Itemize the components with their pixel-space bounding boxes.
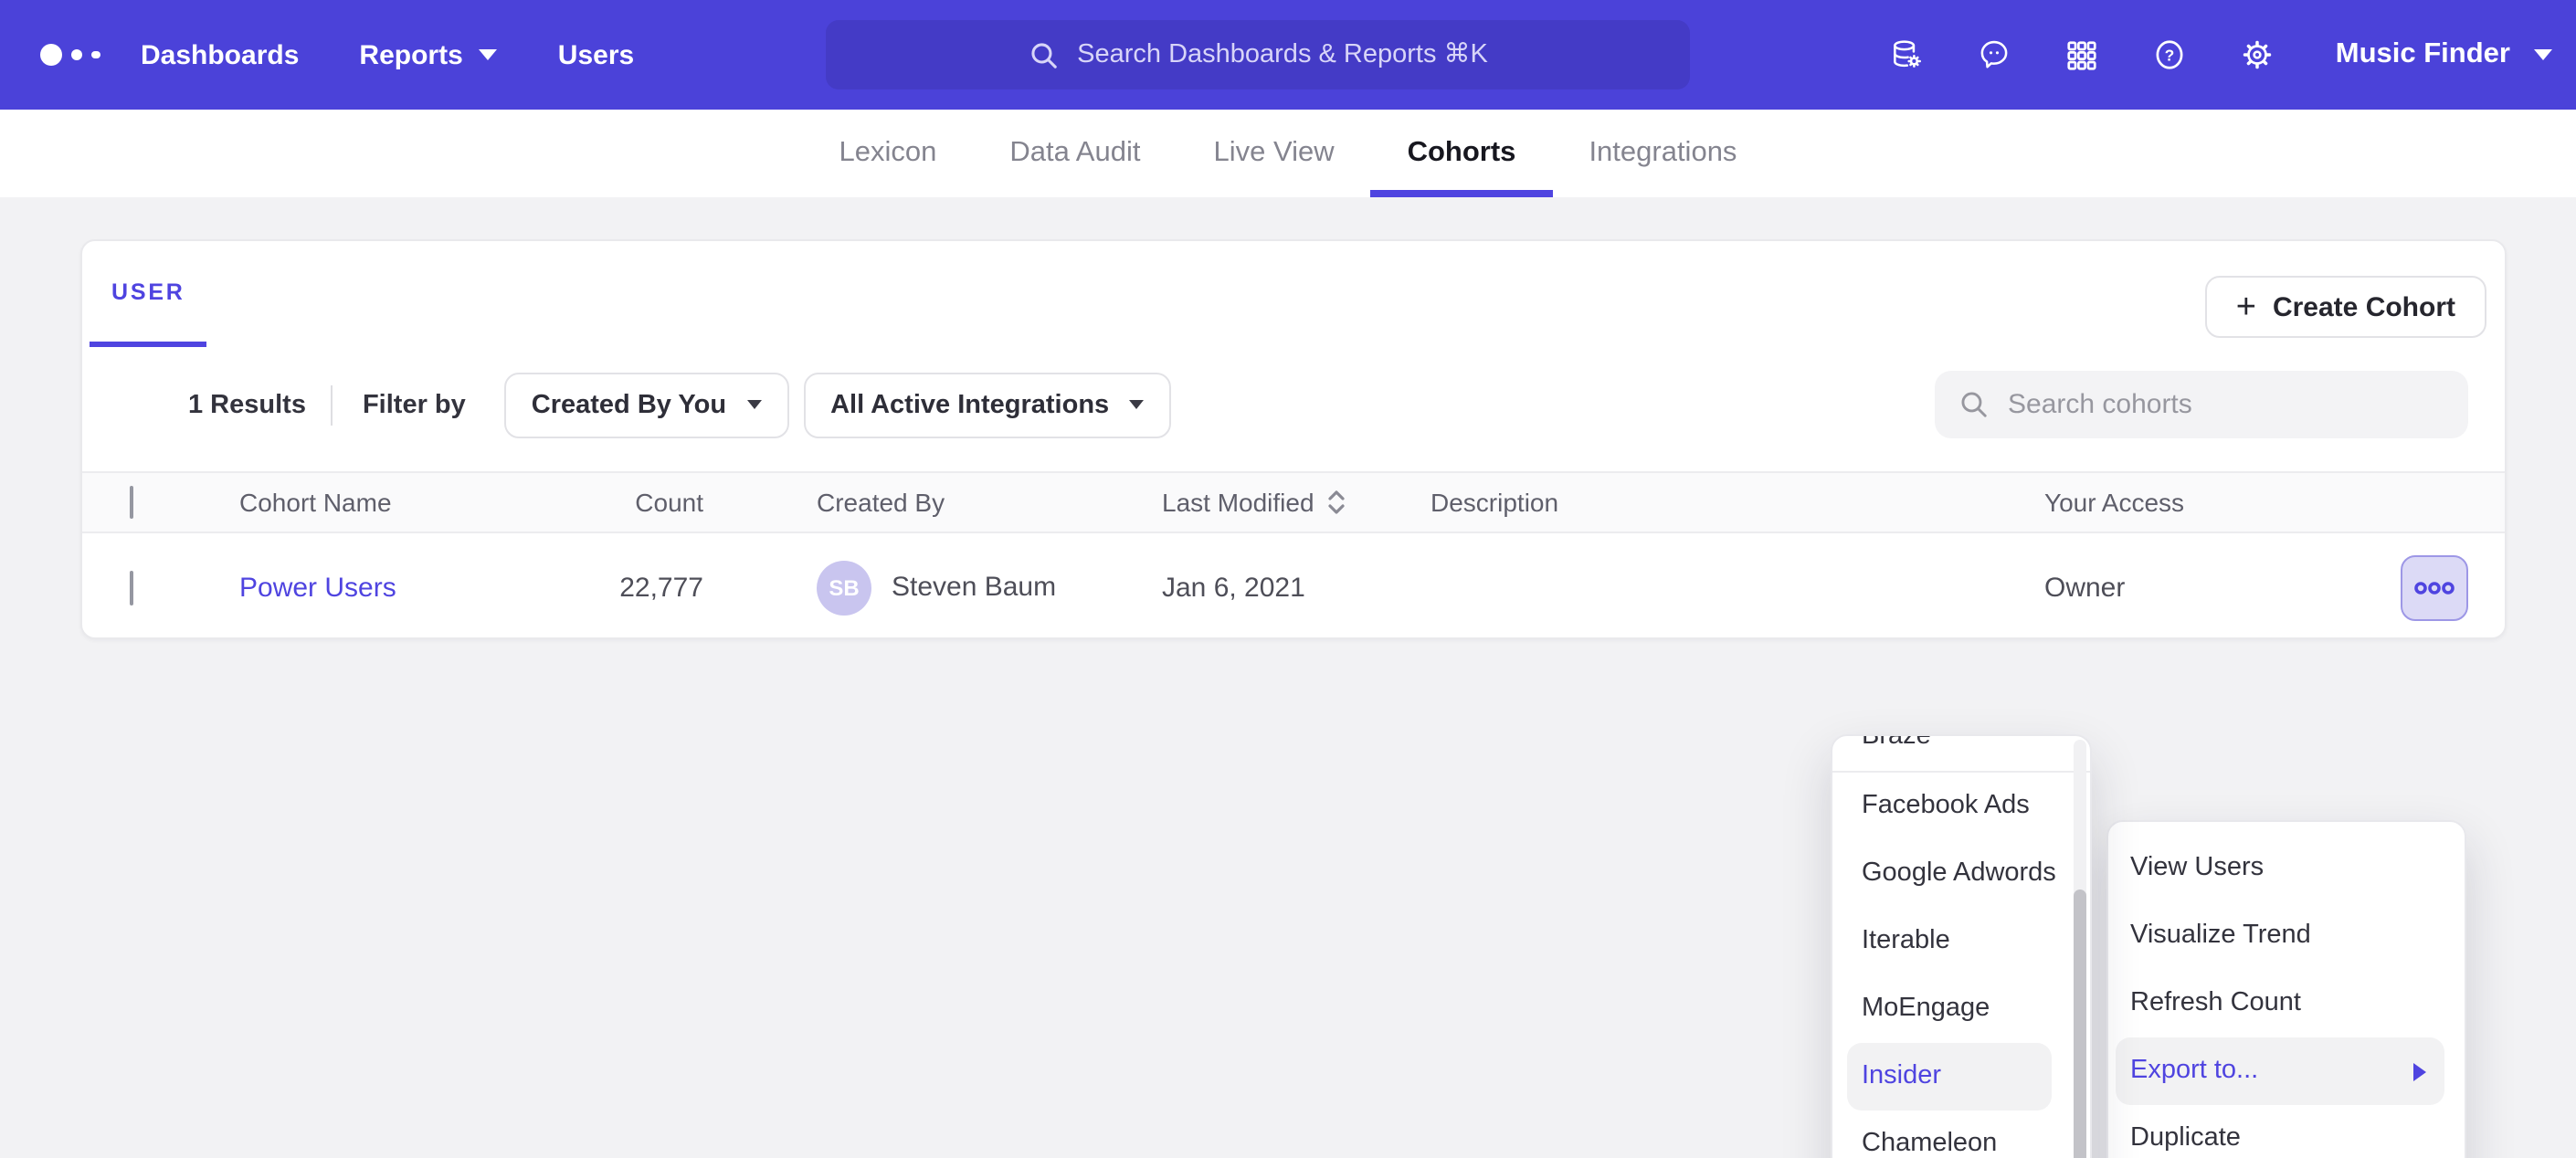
row-actions-button[interactable] <box>2401 555 2468 621</box>
ellipsis-icon <box>2413 579 2455 597</box>
menu-item-export-to-label: Export to... <box>2130 1056 2258 1085</box>
menu-item-visualize-trend[interactable]: Visualize Trend <box>2116 902 2444 970</box>
checkbox-icon <box>130 570 133 605</box>
submenu-item-facebook-ads[interactable]: Facebook Ads <box>1847 773 2052 840</box>
header-count: Count <box>521 488 703 517</box>
nav-reports-label: Reports <box>359 39 462 70</box>
cohort-name-link[interactable]: Power Users <box>239 572 396 603</box>
tab-lexicon[interactable]: Lexicon <box>803 110 974 197</box>
integrations-filter-value: All Active Integrations <box>830 390 1109 419</box>
tab-cohorts[interactable]: Cohorts <box>1371 110 1553 197</box>
avatar: SB <box>817 560 871 615</box>
select-all-checkbox[interactable] <box>130 488 133 517</box>
header-created-by: Created By <box>817 488 945 517</box>
submenu-item-google-adwords[interactable]: Google Adwords <box>1847 840 2052 908</box>
results-count: 1 Results <box>188 390 306 419</box>
create-cohort-button[interactable]: + Create Cohort <box>2205 276 2486 338</box>
logo-dot-icon <box>91 51 100 59</box>
header-description: Description <box>1431 488 1558 517</box>
table-row: Power Users 22,777 SB Steven Baum Jan 6,… <box>82 535 2505 639</box>
logo-dot-icon <box>71 49 82 60</box>
chevron-down-icon <box>2534 49 2552 60</box>
chevron-down-icon <box>1129 400 1144 409</box>
table-header: Cohort Name Count Created By Last Modifi… <box>82 471 2505 533</box>
submenu-item-insider[interactable]: Insider <box>1847 1043 2052 1111</box>
help-icon[interactable]: ? <box>2153 37 2188 72</box>
your-access-cell: Owner <box>2044 572 2125 603</box>
submenu-item-braze[interactable]: Braze <box>1847 734 2052 771</box>
top-nav: Dashboards Reports Users Search Dashboar… <box>0 0 2576 110</box>
apps-grid-icon[interactable] <box>2065 37 2100 72</box>
tab-data-audit[interactable]: Data Audit <box>973 110 1177 197</box>
submenu-item-chameleon[interactable]: Chameleon <box>1847 1111 2052 1158</box>
search-cohorts-input[interactable]: Search cohorts <box>1935 371 2468 438</box>
header-last-modified[interactable]: Last Modified <box>1162 488 1347 517</box>
search-icon <box>1028 39 1059 70</box>
submenu-item-moengage[interactable]: MoEngage <box>1847 975 2052 1043</box>
tab-live-view[interactable]: Live View <box>1177 110 1370 197</box>
create-cohort-label: Create Cohort <box>2273 291 2455 322</box>
created-by-cell: SB Steven Baum <box>817 560 1056 615</box>
checkbox-icon <box>130 486 133 519</box>
search-cohorts-placeholder: Search cohorts <box>2008 389 2192 420</box>
menu-item-export-to[interactable]: Export to... <box>2116 1037 2444 1105</box>
header-last-modified-label: Last Modified <box>1162 488 1314 517</box>
divider <box>332 384 333 425</box>
logo-dot-icon <box>40 44 62 66</box>
tab-integrations[interactable]: Integrations <box>1552 110 1773 197</box>
integrations-filter-dropdown[interactable]: All Active Integrations <box>803 372 1171 437</box>
nav-right-group: ? <box>1890 0 2552 110</box>
filter-by-label: Filter by <box>363 390 466 419</box>
export-submenu: Braze Facebook Ads Google Adwords Iterab… <box>1831 734 2092 1158</box>
chevron-down-icon <box>480 49 498 60</box>
sort-icon <box>1327 490 1347 515</box>
row-checkbox[interactable] <box>130 572 133 603</box>
feedback-icon[interactable] <box>1978 37 2012 72</box>
data-management-icon[interactable] <box>1890 37 1925 72</box>
chevron-down-icon <box>746 400 761 409</box>
created-by-name: Steven Baum <box>892 572 1056 603</box>
project-name: Music Finder <box>2336 38 2510 71</box>
mixpanel-logo[interactable] <box>40 0 100 110</box>
nav-users[interactable]: Users <box>558 39 634 70</box>
scrollbar-track[interactable] <box>2074 740 2086 1158</box>
nav-dashboards-label: Dashboards <box>141 39 299 70</box>
svg-text:?: ? <box>2165 46 2175 64</box>
nav-dashboards[interactable]: Dashboards <box>141 39 299 70</box>
tab-user-cohorts[interactable]: USER <box>90 241 207 347</box>
submenu-item-iterable[interactable]: Iterable <box>1847 908 2052 975</box>
search-icon <box>1958 389 1990 420</box>
global-search-placeholder: Search Dashboards & Reports ⌘K <box>1077 40 1488 69</box>
cohort-count: 22,777 <box>521 572 703 603</box>
created-by-filter-value: Created By You <box>532 390 726 419</box>
submenu-arrow-icon <box>2413 1062 2426 1080</box>
header-cohort-name: Cohort Name <box>239 488 392 517</box>
cohorts-card: USER + Create Cohort 1 Results Filter by… <box>80 239 2507 639</box>
menu-item-duplicate[interactable]: Duplicate <box>2116 1105 2444 1158</box>
scrollbar-thumb[interactable] <box>2074 890 2086 1158</box>
data-tabs: Lexicon Data Audit Live View Cohorts Int… <box>0 110 2576 197</box>
nav-reports[interactable]: Reports <box>359 39 497 70</box>
menu-item-view-users[interactable]: View Users <box>2116 835 2444 902</box>
menu-item-refresh-count[interactable]: Refresh Count <box>2116 970 2444 1037</box>
project-switcher[interactable]: Music Finder <box>2336 38 2552 71</box>
app-window: Dashboards Reports Users Search Dashboar… <box>0 0 2576 1158</box>
plus-icon: + <box>2236 290 2256 324</box>
settings-icon[interactable] <box>2241 37 2275 72</box>
global-search-input[interactable]: Search Dashboards & Reports ⌘K <box>826 20 1690 89</box>
created-by-filter-dropdown[interactable]: Created By You <box>504 372 788 437</box>
header-your-access: Your Access <box>2044 488 2184 517</box>
primary-nav: Dashboards Reports Users <box>141 0 634 110</box>
last-modified-cell: Jan 6, 2021 <box>1162 572 1305 603</box>
nav-users-label: Users <box>558 39 634 70</box>
cohorts-page: USER + Create Cohort 1 Results Filter by… <box>0 197 2576 1158</box>
row-context-menu: View Users Visualize Trend Refresh Count… <box>2106 820 2466 1158</box>
